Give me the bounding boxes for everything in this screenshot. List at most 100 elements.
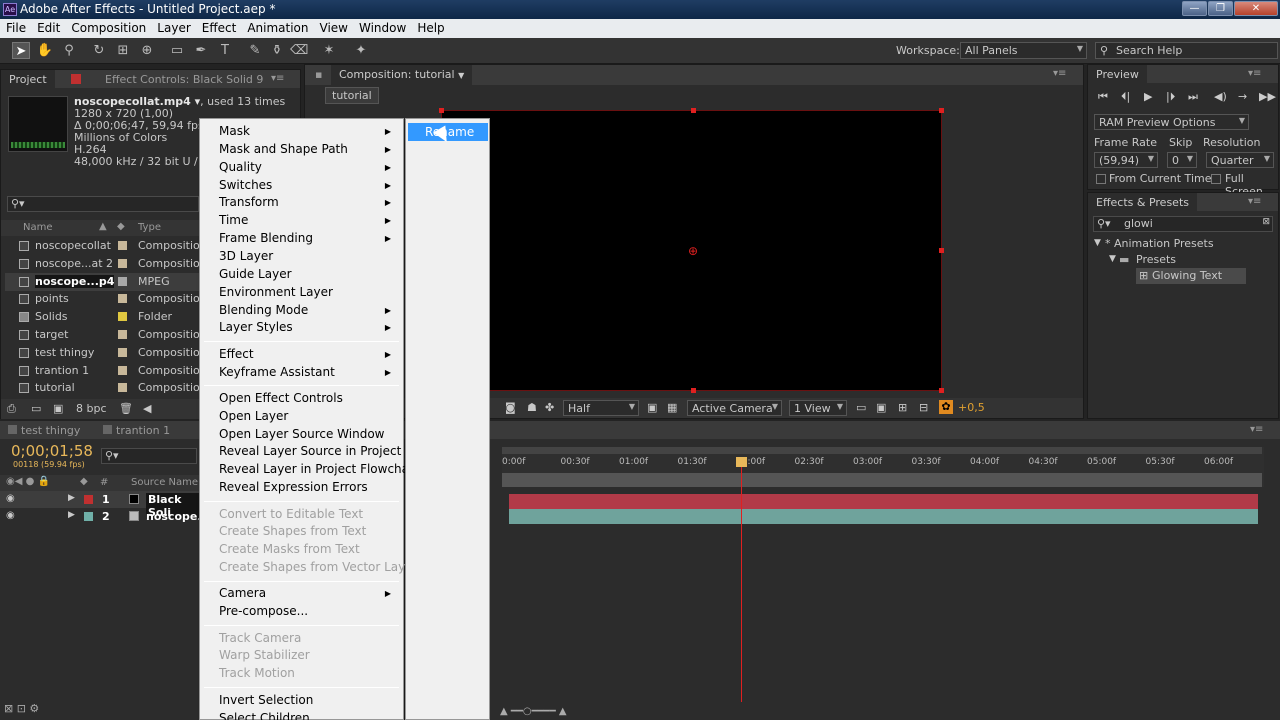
tab-preview[interactable]: Preview: [1088, 65, 1147, 83]
camera-dropdown[interactable]: Active Camera ▼: [687, 400, 782, 416]
expand-icon[interactable]: ▼: [1094, 238, 1101, 248]
layer-row[interactable]: ◉ ▶ 2 noscope...: [0, 508, 210, 525]
project-item-label-color[interactable]: [118, 347, 127, 357]
work-area-bar[interactable]: [502, 447, 1262, 454]
fast-previews-icon[interactable]: ▣: [876, 401, 886, 414]
menu-composition[interactable]: Composition: [65, 19, 151, 35]
menu-item-open-effect-controls[interactable]: Open Effect Controls: [219, 390, 399, 407]
menu-item-transform[interactable]: Transform ▶: [219, 194, 399, 211]
project-item-label-color[interactable]: [118, 294, 127, 304]
menu-item-select-children[interactable]: Select Children: [219, 710, 399, 720]
view-layout-dropdown[interactable]: 1 View ▼: [789, 400, 847, 416]
menu-item-effect[interactable]: Effect ▶: [219, 346, 399, 363]
menu-item-time[interactable]: Time ▶: [219, 212, 399, 229]
tab-timeline-trantion-1[interactable]: trantion 1: [95, 421, 178, 439]
menu-item-guide-layer[interactable]: Guide Layer: [219, 266, 399, 283]
puppet-pin-tool-icon[interactable]: ✦: [352, 42, 370, 59]
full-screen-checkbox[interactable]: [1211, 174, 1221, 184]
preview-resolution-dropdown[interactable]: Quarter ▼: [1206, 152, 1274, 168]
pan-behind-tool-icon[interactable]: ⊕: [138, 42, 156, 59]
project-item-label-color[interactable]: [118, 312, 127, 322]
previous-frame-icon[interactable]: ⏴|: [1121, 90, 1130, 104]
trash-icon[interactable]: 🗑: [119, 402, 133, 415]
layer-row[interactable]: ◉ ▶ 1 Black Soli: [0, 491, 200, 519]
snapshot-icon[interactable]: ◙: [505, 401, 516, 414]
menu-item-open-layer[interactable]: Open Layer: [219, 408, 399, 425]
selection-tool-icon[interactable]: ➤: [12, 42, 30, 59]
toggle-pixel-aspect-icon[interactable]: ▭: [856, 401, 866, 414]
column-name[interactable]: Name: [23, 222, 53, 233]
menu-item-pre-compose[interactable]: Pre-compose...: [219, 603, 399, 620]
tab-project[interactable]: Project: [1, 70, 55, 88]
roto-brush-tool-icon[interactable]: ✶: [320, 42, 338, 59]
menu-item-reveal-layer-in-project-flowchart[interactable]: Reveal Layer in Project Flowchart: [219, 461, 419, 478]
type-tool-icon[interactable]: T: [216, 42, 234, 59]
work-area[interactable]: [502, 473, 1262, 487]
panel-menu-icon[interactable]: ▾≡: [1248, 68, 1261, 79]
layer-handle[interactable]: [691, 388, 696, 393]
anchor-point-icon[interactable]: ⊕: [688, 244, 698, 258]
black-solid-track[interactable]: [509, 494, 1258, 509]
from-current-time-checkbox[interactable]: [1096, 174, 1106, 184]
new-composition-icon[interactable]: ▣: [53, 402, 63, 415]
channel-icon[interactable]: ✤: [545, 401, 554, 414]
composition-viewer[interactable]: ⊕: [439, 108, 944, 393]
minimize-button[interactable]: —: [1182, 1, 1207, 16]
transparency-grid-icon[interactable]: ▦: [667, 401, 677, 414]
menu-item-quality[interactable]: Quality ▶: [219, 159, 399, 176]
hand-tool-icon[interactable]: ✋: [36, 42, 54, 59]
ram-preview-options-dropdown[interactable]: RAM Preview Options ▼: [1094, 114, 1249, 130]
project-item-label-color[interactable]: [118, 365, 127, 375]
presets-folder[interactable]: Presets: [1136, 253, 1176, 266]
project-search-input[interactable]: ⚲▾: [7, 196, 199, 212]
panel-menu-icon[interactable]: ▾≡: [271, 73, 284, 84]
project-item-label-color[interactable]: [118, 241, 127, 250]
menu-item-open-layer-source-window[interactable]: Open Layer Source Window: [219, 426, 399, 443]
column-source-name[interactable]: Source Name: [131, 477, 198, 488]
visibility-icon[interactable]: ◉: [6, 493, 15, 504]
menu-file[interactable]: File: [0, 19, 31, 35]
workspace-dropdown[interactable]: All Panels ▼: [960, 42, 1087, 59]
menu-window[interactable]: Window: [353, 19, 411, 35]
new-folder-icon[interactable]: ▭: [31, 402, 41, 415]
tab-effects-presets[interactable]: Effects & Presets: [1088, 193, 1197, 211]
show-snapshot-icon[interactable]: ☗: [527, 401, 537, 414]
menu-edit[interactable]: Edit: [31, 19, 65, 35]
region-of-interest-icon[interactable]: ▣: [647, 401, 657, 414]
play-icon[interactable]: ▶: [1144, 90, 1152, 103]
exposure-icon[interactable]: ✿: [939, 400, 953, 414]
timeline-footer-icons[interactable]: ⊠ ⊡ ⚙: [4, 702, 39, 715]
time-ruler[interactable]: 0:00f 00:30f 01:00f 01:30f 02:00f 02:30f 03:00…: [502, 447, 1264, 487]
panel-menu-icon[interactable]: ▾≡: [1248, 196, 1261, 207]
project-item-label-color[interactable]: [118, 258, 127, 268]
layer-handle[interactable]: [691, 108, 696, 113]
next-frame-icon[interactable]: |⏵: [1166, 90, 1175, 104]
zoom-tool-icon[interactable]: ⚲: [60, 42, 78, 59]
layer-label-color[interactable]: [84, 512, 93, 521]
menu-item-mask[interactable]: Mask ▶: [219, 123, 399, 140]
first-frame-icon[interactable]: ⏮: [1098, 90, 1108, 104]
camera-tool-icon[interactable]: ⊞: [114, 42, 132, 59]
animation-presets-folder[interactable]: * Animation Presets: [1105, 237, 1214, 250]
brush-tool-icon[interactable]: ✎: [246, 42, 264, 59]
menu-item-reveal-expression-errors[interactable]: Reveal Expression Errors: [219, 479, 399, 496]
frame-rate-dropdown[interactable]: (59,94) ▼: [1094, 152, 1158, 168]
effects-search-input[interactable]: ⚲▾ glowi ⊠: [1093, 216, 1273, 232]
noscope-footage-track[interactable]: [509, 509, 1258, 524]
rectangle-tool-icon[interactable]: ▭: [168, 42, 186, 59]
menu-item-switches[interactable]: Switches ▶: [219, 177, 399, 194]
menu-item-mask-and-shape-path[interactable]: Mask and Shape Path ▶: [219, 141, 399, 158]
project-item-label-color[interactable]: [118, 330, 127, 339]
expand-layer-icon[interactable]: ▶: [68, 510, 75, 520]
glowing-text-preset[interactable]: ⊞ Glowing Text: [1136, 268, 1246, 284]
expand-layer-icon[interactable]: ▶: [68, 493, 75, 503]
menu-item-environment-layer[interactable]: Environment Layer: [219, 284, 399, 301]
playhead[interactable]: [736, 457, 748, 702]
flowchart-icon[interactable]: ⊟: [919, 401, 928, 414]
tab-effect-controls[interactable]: Effect Controls: Black Solid 9: [97, 70, 271, 88]
layer-handle[interactable]: [939, 108, 944, 113]
menu-item-frame-blending[interactable]: Frame Blending ▶: [219, 230, 399, 247]
menu-item-blending-mode[interactable]: Blending Mode ▶: [219, 302, 399, 319]
menu-animation[interactable]: Animation: [241, 19, 313, 35]
project-item-label-color[interactable]: [118, 383, 127, 393]
